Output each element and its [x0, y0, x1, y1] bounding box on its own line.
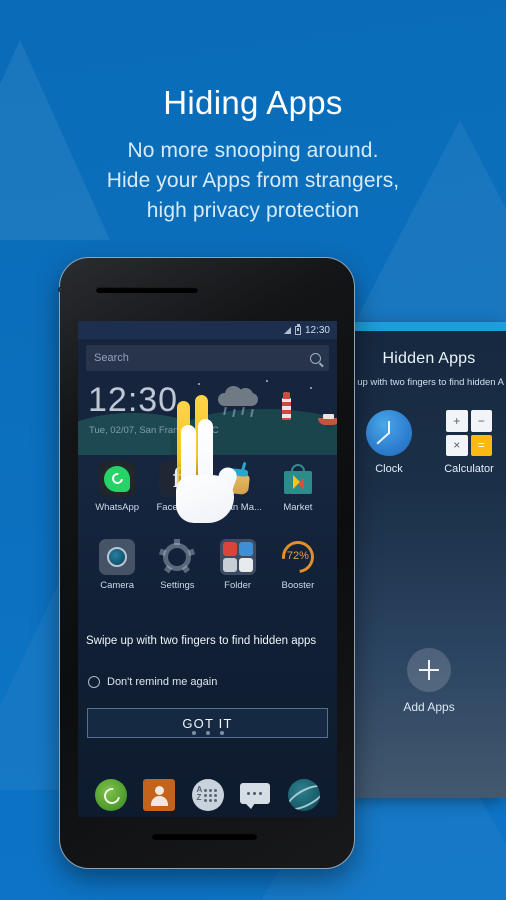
app-drawer-icon: AZ	[191, 779, 224, 811]
plus-icon	[407, 648, 451, 692]
contacts-icon	[143, 779, 176, 811]
lighthouse-icon	[282, 392, 291, 420]
app-label: WhatsApp	[95, 502, 140, 513]
calc-key-minus: −	[470, 410, 492, 432]
hidden-apps-title: Hidden Apps	[382, 350, 476, 367]
panel-accent-bar	[352, 322, 506, 331]
calculator-icon: + − × =	[446, 410, 492, 456]
app-settings[interactable]: Settings	[147, 539, 207, 591]
status-bar-clock: 12:30	[304, 324, 330, 336]
subtitle-line-2: Hide your Apps from strangers,	[106, 169, 400, 192]
checkbox-icon[interactable]	[88, 676, 100, 688]
boat-icon	[318, 413, 337, 425]
page-subtitle: No more snooping around. Hide your Apps …	[0, 136, 506, 226]
add-apps-button[interactable]: Add Apps	[352, 648, 506, 714]
page-indicator-dot[interactable]	[206, 731, 210, 735]
calc-key-equals: =	[470, 434, 492, 456]
market-bag-icon	[280, 461, 316, 497]
clock-icon	[366, 410, 412, 456]
app-folder[interactable]: Folder	[208, 539, 268, 591]
earpiece-speaker	[96, 287, 198, 293]
app-market[interactable]: Market	[268, 461, 328, 513]
dock-item-contacts[interactable]	[135, 779, 183, 811]
booster-ring-icon: 72%	[275, 534, 321, 580]
dont-remind-label: Don't remind me again	[107, 676, 218, 688]
app-label: Booster	[281, 580, 315, 591]
signal-icon	[283, 326, 291, 334]
booster-percent-value: 72%	[286, 550, 309, 562]
two-finger-swipe-up-hand-icon	[168, 395, 244, 523]
hidden-apps-grid: Clock + − × = Calculator	[352, 410, 506, 475]
search-icon[interactable]	[310, 352, 321, 364]
dont-remind-checkbox-row[interactable]: Don't remind me again	[88, 676, 217, 688]
search-placeholder: Search	[94, 352, 129, 364]
hidden-app-label: Calculator	[444, 463, 494, 475]
app-label: Settings	[160, 580, 195, 591]
page-indicator-dot[interactable]	[220, 731, 224, 735]
hidden-app-calculator[interactable]: + − × = Calculator	[441, 410, 497, 475]
app-camera[interactable]: Camera	[87, 539, 147, 591]
promo-screenshot: Hiding Apps No more snooping around. Hid…	[0, 0, 506, 900]
widget-clock-time: 12:30	[88, 381, 179, 419]
phone-icon	[95, 779, 128, 811]
status-bar: 12:30	[78, 321, 337, 339]
hidden-app-label: Clock	[375, 463, 403, 475]
camera-icon	[99, 539, 136, 575]
calc-key-plus: +	[446, 410, 468, 432]
hidden-apps-panel: Hidden Apps pe up with two fingers to fi…	[352, 322, 506, 798]
app-label: Camera	[100, 580, 135, 591]
hidden-apps-tip-text: Swipe up with two fingers to find hidden…	[86, 635, 317, 647]
search-input[interactable]: Search	[86, 345, 329, 371]
dock-item-phone[interactable]	[87, 779, 135, 811]
app-label: Market	[283, 502, 313, 513]
front-camera-icon	[58, 287, 63, 292]
bottom-speaker-grille	[152, 833, 257, 840]
app-booster[interactable]: 72% Booster	[268, 534, 328, 591]
headline-block: Hiding Apps No more snooping around. Hid…	[0, 82, 506, 226]
dock-item-browser[interactable]	[280, 779, 328, 811]
battery-icon	[294, 324, 301, 335]
subtitle-line-1: No more snooping around.	[127, 139, 379, 162]
calc-key-multiply: ×	[446, 434, 468, 456]
page-indicator-dot[interactable]	[192, 731, 196, 735]
app-whatsapp[interactable]: WhatsApp	[87, 461, 147, 513]
app-row-2: Camera Settings Folder 72% Booster	[78, 534, 337, 591]
subtitle-line-3: high privacy protection	[146, 199, 360, 222]
dock-item-messages[interactable]	[232, 779, 280, 811]
messages-icon	[239, 779, 272, 811]
whatsapp-icon	[99, 461, 136, 497]
hidden-app-clock[interactable]: Clock	[361, 410, 417, 475]
dock-item-app-drawer[interactable]: AZ	[183, 779, 231, 811]
folder-icon	[219, 539, 256, 575]
browser-icon	[287, 779, 320, 811]
gear-icon	[159, 539, 196, 575]
app-label: Folder	[224, 580, 252, 591]
add-apps-label: Add Apps	[403, 700, 455, 714]
hidden-apps-subtitle: pe up with two fingers to find hidden A	[352, 377, 505, 388]
dock-bar: AZ	[78, 779, 337, 811]
page-title: Hiding Apps	[163, 84, 343, 121]
